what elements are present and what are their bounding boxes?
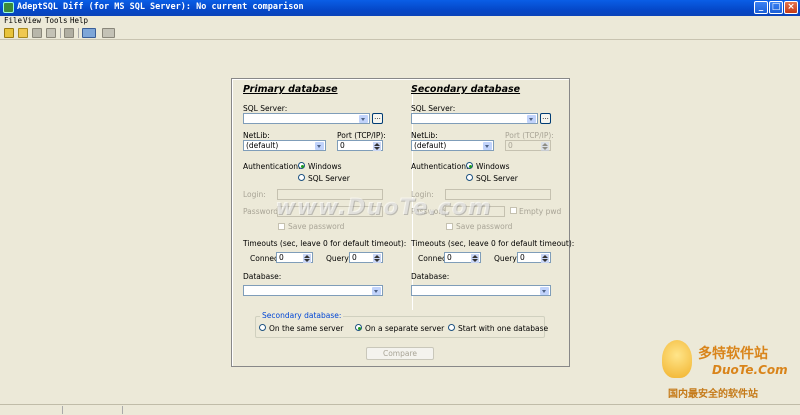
toolbar-separator	[60, 28, 61, 38]
primary-timeouts-label: Timeouts (sec, leave 0 for default timeo…	[243, 239, 407, 248]
primary-save-password-label: Save password	[288, 222, 345, 231]
secondary-save-password-checkbox[interactable]	[446, 223, 453, 230]
logo-english: DuoTe.Com	[712, 363, 788, 377]
options-icon[interactable]	[102, 28, 115, 38]
primary-database-label: Database:	[243, 272, 282, 281]
primary-auth-label: Authentication:	[243, 162, 301, 171]
logo-chinese: 多特软件站	[698, 346, 768, 362]
secondary-auth-sql-label[interactable]: SQL Server	[476, 174, 518, 183]
mode-same-server-label[interactable]: On the same server	[269, 324, 343, 333]
secondary-connect-input[interactable]: 0	[444, 252, 481, 263]
save-icon[interactable]	[32, 28, 42, 38]
primary-auth-sql-radio[interactable]	[298, 174, 305, 181]
menu-help[interactable]: Help	[70, 16, 88, 26]
secondary-query-label: Query:	[494, 254, 519, 263]
menu-bar	[0, 16, 800, 26]
menu-view[interactable]: View	[23, 16, 41, 26]
secondary-sql-server-combo[interactable]	[411, 113, 538, 124]
status-bar	[0, 404, 800, 415]
primary-browse-button[interactable]: ...	[372, 113, 383, 124]
maximize-button[interactable]: □	[769, 1, 783, 14]
primary-auth-windows-radio[interactable]	[298, 162, 305, 169]
primary-header: Primary database	[243, 84, 338, 95]
spinner-icon[interactable]	[373, 254, 381, 263]
status-panel	[122, 406, 123, 414]
new-comparison-icon[interactable]	[4, 28, 14, 38]
primary-netlib-label: NetLib:	[243, 131, 270, 140]
secondary-auth-label: Authentication:	[411, 162, 469, 171]
mode-separate-server-label[interactable]: On a separate server	[365, 324, 444, 333]
primary-query-input[interactable]: 0	[349, 252, 383, 263]
secondary-auth-windows-label[interactable]: Windows	[476, 162, 509, 171]
toolbar	[0, 26, 800, 40]
primary-login-label: Login:	[243, 190, 266, 199]
primary-port-input[interactable]: 0	[337, 140, 383, 151]
secondary-port-label: Port (TCP/IP):	[505, 131, 554, 140]
primary-database-combo[interactable]	[243, 285, 383, 296]
spinner-icon[interactable]	[373, 142, 381, 151]
chevron-down-icon[interactable]	[315, 142, 324, 150]
window-title: AdeptSQL Diff (for MS SQL Server): No cu…	[17, 2, 304, 12]
secondary-auth-windows-radio[interactable]	[466, 162, 473, 169]
mascot-icon	[662, 340, 692, 378]
minimize-button[interactable]: _	[754, 1, 768, 14]
spinner-icon[interactable]	[541, 142, 549, 151]
watermark: www.DuoTe.com	[275, 195, 492, 220]
app-icon	[3, 2, 14, 13]
primary-sql-server-combo[interactable]	[243, 113, 370, 124]
chevron-down-icon[interactable]	[540, 287, 549, 295]
secondary-mode-caption: Secondary database:	[260, 311, 344, 320]
spinner-icon[interactable]	[471, 254, 479, 263]
spinner-icon[interactable]	[541, 254, 549, 263]
mode-one-database-radio[interactable]	[448, 324, 455, 331]
save-as-icon[interactable]	[46, 28, 56, 38]
primary-connect-input[interactable]: 0	[276, 252, 313, 263]
layout-icon[interactable]	[82, 28, 96, 38]
secondary-browse-button[interactable]: ...	[540, 113, 551, 124]
secondary-timeouts-label: Timeouts (sec, leave 0 for default timeo…	[411, 239, 575, 248]
secondary-database-label: Database:	[411, 272, 450, 281]
secondary-database-combo[interactable]	[411, 285, 551, 296]
secondary-header: Secondary database	[411, 84, 521, 95]
chevron-down-icon[interactable]	[527, 115, 536, 123]
logo-tagline: 国内最安全的软件站	[668, 389, 758, 400]
secondary-port-input[interactable]: 0	[505, 140, 551, 151]
mode-separate-server-radio[interactable]	[355, 324, 362, 331]
chevron-down-icon[interactable]	[359, 115, 368, 123]
secondary-sql-server-label: SQL Server:	[411, 104, 456, 113]
secondary-empty-pwd-label: Empty pwd	[519, 207, 562, 216]
secondary-query-input[interactable]: 0	[517, 252, 551, 263]
primary-save-password-checkbox[interactable]	[278, 223, 285, 230]
close-button[interactable]: ×	[784, 1, 798, 14]
primary-auth-sql-label[interactable]: SQL Server	[308, 174, 350, 183]
primary-auth-windows-label[interactable]: Windows	[308, 162, 341, 171]
print-icon[interactable]	[64, 28, 74, 38]
secondary-netlib-combo[interactable]: (default)	[411, 140, 494, 151]
primary-sql-server-label: SQL Server:	[243, 104, 288, 113]
mode-same-server-radio[interactable]	[259, 324, 266, 331]
secondary-netlib-label: NetLib:	[411, 131, 438, 140]
chevron-down-icon[interactable]	[372, 287, 381, 295]
toolbar-separator	[78, 28, 79, 38]
mode-one-database-label[interactable]: Start with one database	[458, 324, 548, 333]
secondary-auth-sql-radio[interactable]	[466, 174, 473, 181]
secondary-save-password-label: Save password	[456, 222, 513, 231]
menu-tools[interactable]: Tools	[45, 16, 68, 26]
menu-file[interactable]: File	[4, 16, 22, 26]
primary-netlib-combo[interactable]: (default)	[243, 140, 326, 151]
chevron-down-icon[interactable]	[483, 142, 492, 150]
open-folder-icon[interactable]	[18, 28, 28, 38]
spinner-icon[interactable]	[303, 254, 311, 263]
compare-button[interactable]: Compare	[366, 347, 434, 360]
primary-query-label: Query:	[326, 254, 351, 263]
secondary-empty-pwd-checkbox[interactable]	[510, 207, 517, 214]
primary-port-label: Port (TCP/IP):	[337, 131, 386, 140]
status-panel	[62, 406, 63, 414]
